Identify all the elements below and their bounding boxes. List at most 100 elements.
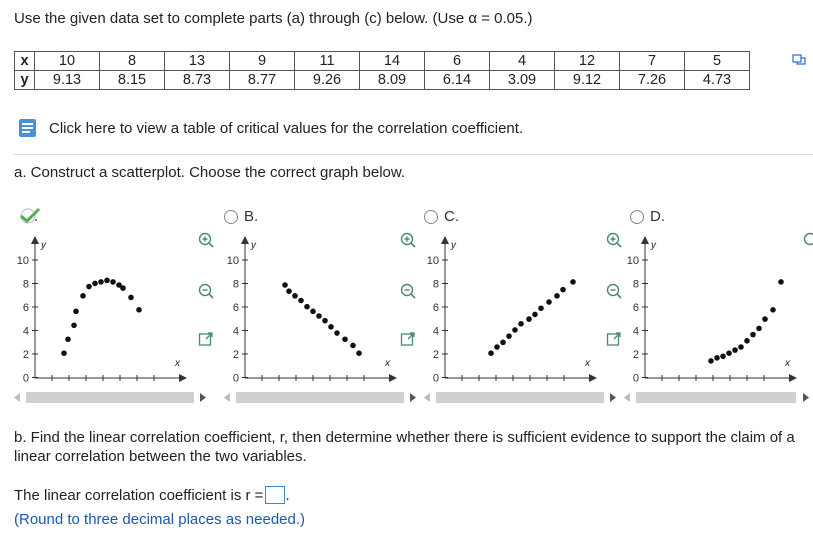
part-a-question: a. Construct a scatterplot. Choose the c…	[14, 164, 406, 181]
y-tick-label: 8	[23, 279, 29, 291]
scatter-point	[350, 342, 356, 349]
scatter-point	[506, 333, 512, 339]
critical-values-link[interactable]: Click here to view a table of critical v…	[17, 117, 523, 139]
scatter-point	[322, 317, 328, 324]
scroll-left-icon[interactable]	[620, 390, 635, 405]
graph-option-a[interactable]: A. 1086420yx	[10, 207, 210, 388]
x-axis-arrow	[789, 374, 797, 382]
scatter-point	[80, 293, 86, 299]
answer-row: The linear correlation coefficient is r …	[14, 486, 290, 504]
popout-icon[interactable]	[400, 331, 416, 347]
scatter-point	[512, 327, 518, 333]
scroll-right-icon[interactable]	[605, 390, 620, 405]
y-tick-label: 0	[233, 373, 239, 385]
copy-data-icon[interactable]	[792, 53, 806, 65]
scatter-point	[71, 322, 77, 329]
graph-option-b[interactable]: B. 10 8 6 4 2 0 y x	[220, 208, 420, 388]
scatter-point	[120, 285, 126, 291]
scatter-point	[756, 325, 762, 332]
y-cell: 8.09	[359, 70, 425, 90]
popout-icon[interactable]	[606, 331, 622, 347]
y-tick-label: 4	[433, 326, 439, 338]
y-cell: 9.26	[294, 70, 360, 90]
scatter-point	[304, 303, 310, 310]
y-tick-label: 4	[233, 326, 239, 338]
intro-text: Use the given data set to complete parts…	[14, 10, 533, 27]
scatter-point	[61, 350, 67, 356]
scatter-point	[310, 308, 316, 315]
x-cell: 4	[489, 51, 555, 71]
y-cell: 9.12	[554, 70, 620, 90]
zoom-in-icon[interactable]	[400, 232, 416, 248]
scatter-point	[726, 350, 732, 356]
rounding-hint: (Round to three decimal places as needed…	[14, 511, 306, 528]
y-tick-label: 6	[433, 302, 439, 314]
r-value-input[interactable]	[265, 486, 286, 504]
scatter-point	[494, 344, 500, 350]
scrollbar-a[interactable]	[10, 390, 210, 405]
y-cell: 8.15	[99, 70, 165, 90]
y-cell: 7.26	[619, 70, 685, 90]
y-tick-label: 0	[23, 373, 29, 385]
data-table: x 10 8 13 9 11 14 6 4 12 7 5 y 9.13 8.15…	[14, 51, 750, 90]
zoom-out-icon[interactable]	[606, 283, 622, 299]
scatter-point	[708, 358, 714, 364]
scroll-left-icon[interactable]	[10, 390, 25, 405]
graph-option-c[interactable]: C. 10 8 6 4 2 0 y x	[420, 208, 620, 388]
scroll-track[interactable]	[26, 392, 194, 403]
scroll-right-icon[interactable]	[195, 390, 210, 405]
y-cell: 8.73	[164, 70, 230, 90]
scroll-left-icon[interactable]	[420, 390, 435, 405]
y-axis-arrow	[641, 236, 649, 244]
popout-icon[interactable]	[198, 331, 214, 347]
y-axis-label: y	[250, 240, 257, 251]
zoom-in-icon[interactable]	[198, 232, 214, 248]
x-axis-label: x	[584, 358, 591, 369]
y-cell: 9.13	[34, 70, 100, 90]
y-tick-label: 2	[433, 349, 439, 361]
scatter-point	[554, 293, 560, 299]
part-b-question: b. Find the linear correlation coefficie…	[14, 429, 795, 465]
scroll-right-icon[interactable]	[798, 390, 813, 405]
y-axis-arrow	[31, 236, 39, 244]
zoom-in-icon[interactable]	[606, 232, 622, 248]
table-row-y: y 9.13 8.15 8.73 8.77 9.26 8.09 6.14 3.0…	[14, 70, 750, 90]
scatter-point	[714, 355, 720, 361]
y-tick-label: 8	[233, 279, 239, 291]
section-divider	[14, 154, 813, 155]
graph-option-d[interactable]: D. 10 8 6 4 2 0 y x	[620, 208, 813, 388]
scatter-point	[720, 353, 726, 360]
x-axis-arrow	[589, 374, 597, 382]
scroll-track[interactable]	[236, 392, 404, 403]
y-cell: 4.73	[684, 70, 750, 90]
scatter-point	[292, 293, 298, 299]
scatter-point	[518, 320, 524, 327]
plot-b: 10 8 6 4 2 0 y x	[227, 236, 397, 385]
scatter-point	[86, 283, 92, 290]
x-cell: 14	[359, 51, 425, 71]
plot-d: 10 8 6 4 2 0 y x	[627, 236, 797, 385]
scrollbar-d[interactable]	[620, 390, 813, 405]
x-cell: 8	[99, 51, 165, 71]
scatter-point	[65, 336, 71, 343]
scroll-right-icon[interactable]	[405, 390, 420, 405]
x-cell: 13	[164, 51, 230, 71]
scatter-point	[136, 307, 142, 313]
scatter-point	[316, 313, 322, 319]
x-axis-label: x	[174, 358, 181, 369]
scatter-point	[128, 294, 134, 301]
scatter-point	[560, 286, 566, 293]
scroll-left-icon[interactable]	[220, 390, 235, 405]
scrollbar-b[interactable]	[220, 390, 420, 405]
scrollbar-c[interactable]	[420, 390, 620, 405]
scroll-track[interactable]	[636, 392, 796, 403]
zoom-in-icon[interactable]	[803, 232, 813, 248]
y-axis-arrow	[441, 236, 449, 244]
scroll-track[interactable]	[436, 392, 604, 403]
y-tick-label: 8	[433, 279, 439, 291]
row-label-y: y	[14, 70, 35, 90]
zoom-out-icon[interactable]	[198, 283, 214, 299]
book-icon	[19, 119, 36, 137]
scatter-point	[286, 288, 292, 294]
zoom-out-icon[interactable]	[400, 283, 416, 299]
